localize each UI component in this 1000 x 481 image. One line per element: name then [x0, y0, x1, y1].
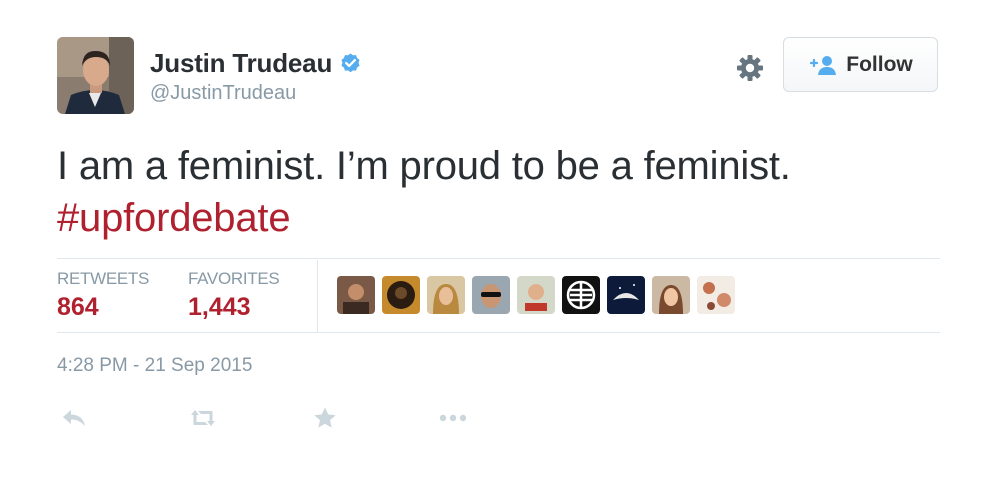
tweet-card: Justin Trudeau @JustinTrudeau Follow I a…: [0, 0, 1000, 481]
retweet-icon[interactable]: [187, 404, 219, 432]
favoriter-avatars: [337, 276, 742, 314]
favoriter-avatar[interactable]: [517, 276, 555, 314]
favoriter-avatar[interactable]: [652, 276, 690, 314]
favoriter-avatar[interactable]: [562, 276, 600, 314]
favorites-label: FAVORITES: [188, 269, 280, 288]
favoriter-avatar[interactable]: [697, 276, 735, 314]
favoriter-avatar[interactable]: [472, 276, 510, 314]
user-avatar[interactable]: [57, 37, 134, 114]
follow-label: Follow: [846, 52, 913, 76]
divider-bottom: [57, 332, 940, 333]
retweets-stat[interactable]: RETWEETS 864: [57, 269, 149, 322]
favorites-count: 1,443: [188, 293, 251, 321]
reply-icon[interactable]: [58, 404, 90, 432]
follow-person-icon: [808, 54, 838, 76]
more-icon[interactable]: [437, 404, 469, 432]
tweet-text-line: I am a feminist. I’m proud to be a femin…: [57, 144, 791, 188]
favorite-star-icon[interactable]: [309, 404, 341, 432]
follow-button[interactable]: Follow: [783, 37, 938, 92]
user-handle[interactable]: @JustinTrudeau: [150, 82, 296, 105]
favoriter-avatar[interactable]: [427, 276, 465, 314]
stats-separator: [317, 260, 318, 332]
favoriter-avatar[interactable]: [607, 276, 645, 314]
favorites-stat[interactable]: FAVORITES 1,443: [188, 269, 280, 322]
verified-badge-icon: [339, 52, 362, 75]
retweets-label: RETWEETS: [57, 269, 150, 288]
hashtag-link[interactable]: #upfordebate: [57, 192, 791, 244]
favoriter-avatar[interactable]: [382, 276, 420, 314]
retweets-count: 864: [57, 293, 99, 321]
gear-icon[interactable]: [734, 52, 766, 84]
divider-top: [57, 258, 940, 259]
user-name[interactable]: Justin Trudeau: [150, 48, 332, 79]
tweet-text: I am a feminist. I’m proud to be a femin…: [57, 140, 791, 244]
tweet-timestamp[interactable]: 4:28 PM - 21 Sep 2015: [57, 355, 252, 377]
user-name-row: Justin Trudeau: [150, 46, 362, 80]
favoriter-avatar[interactable]: [337, 276, 375, 314]
